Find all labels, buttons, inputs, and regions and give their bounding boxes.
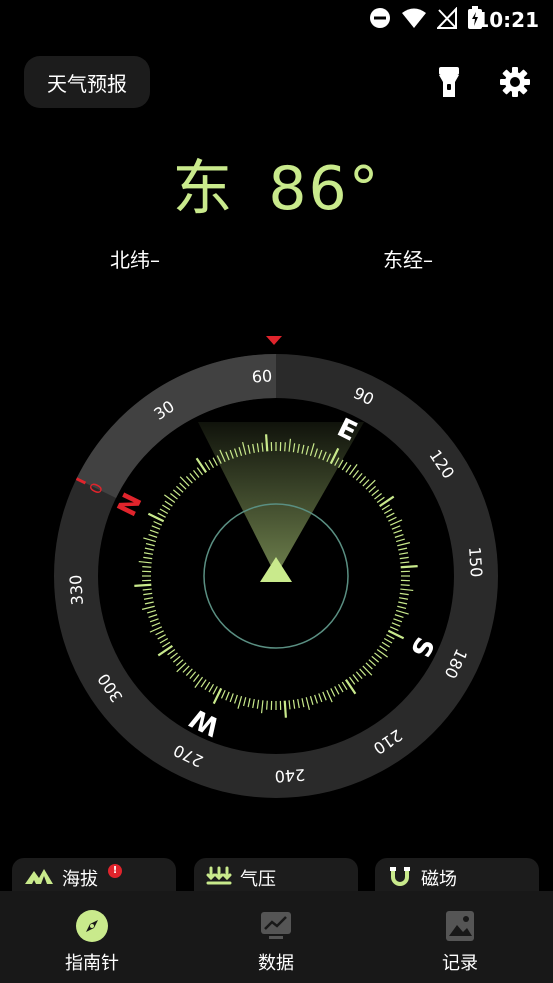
- magnet-icon: [387, 865, 413, 891]
- top-indicator-icon: [266, 336, 282, 345]
- compass-dial: 0 30 60 90 120 150 180 210 240 270 300 3…: [54, 336, 498, 798]
- gallery-icon: [443, 909, 477, 943]
- nav-item-data[interactable]: 数据: [221, 909, 331, 975]
- degree-label: 330: [66, 574, 87, 606]
- tick-mark: [142, 566, 152, 568]
- status-time: 10:21: [475, 8, 539, 32]
- do-not-disturb-icon: [369, 7, 391, 33]
- degree-label: 240: [274, 765, 306, 786]
- mountain-icon: [24, 866, 54, 890]
- magnetic-label: 磁场: [421, 869, 457, 890]
- chart-icon: [259, 909, 293, 943]
- degree-label: 60: [251, 366, 273, 386]
- status-icons: [369, 6, 483, 34]
- compass-icon: [75, 909, 109, 943]
- nav-item-records[interactable]: 记录: [405, 909, 515, 975]
- tick-mark: [400, 584, 410, 586]
- nav-item-compass[interactable]: 指南针: [37, 909, 147, 975]
- settings-gear-icon[interactable]: [498, 64, 532, 100]
- status-bar: 10:21: [0, 0, 553, 38]
- tick-mark: [400, 564, 418, 569]
- bottom-navigation: 指南针 数据 记录: [0, 891, 553, 983]
- pressure-icon: [206, 866, 232, 890]
- latitude-label: 北纬–: [110, 248, 160, 272]
- altitude-label: 海拔: [62, 869, 98, 890]
- flashlight-icon[interactable]: [432, 64, 466, 100]
- weather-forecast-button[interactable]: 天气预报: [24, 56, 150, 108]
- degree-label: 150: [465, 546, 486, 578]
- tick-mark: [134, 583, 152, 588]
- nav-label-data: 数据: [258, 953, 294, 974]
- degree-value: 86°: [268, 154, 381, 224]
- pressure-label: 气压: [240, 869, 276, 890]
- no-signal-icon: [435, 6, 457, 33]
- longitude-label: 东经–: [383, 248, 433, 272]
- alert-badge: !: [108, 864, 122, 878]
- heading-readout: 东 86°: [0, 140, 553, 227]
- tick-mark: [266, 700, 268, 710]
- tick-mark: [283, 700, 288, 718]
- nav-label-records: 记录: [442, 953, 478, 974]
- nav-label-compass: 指南针: [65, 953, 119, 974]
- wifi-icon: [401, 7, 427, 33]
- direction-label: 东: [172, 154, 235, 224]
